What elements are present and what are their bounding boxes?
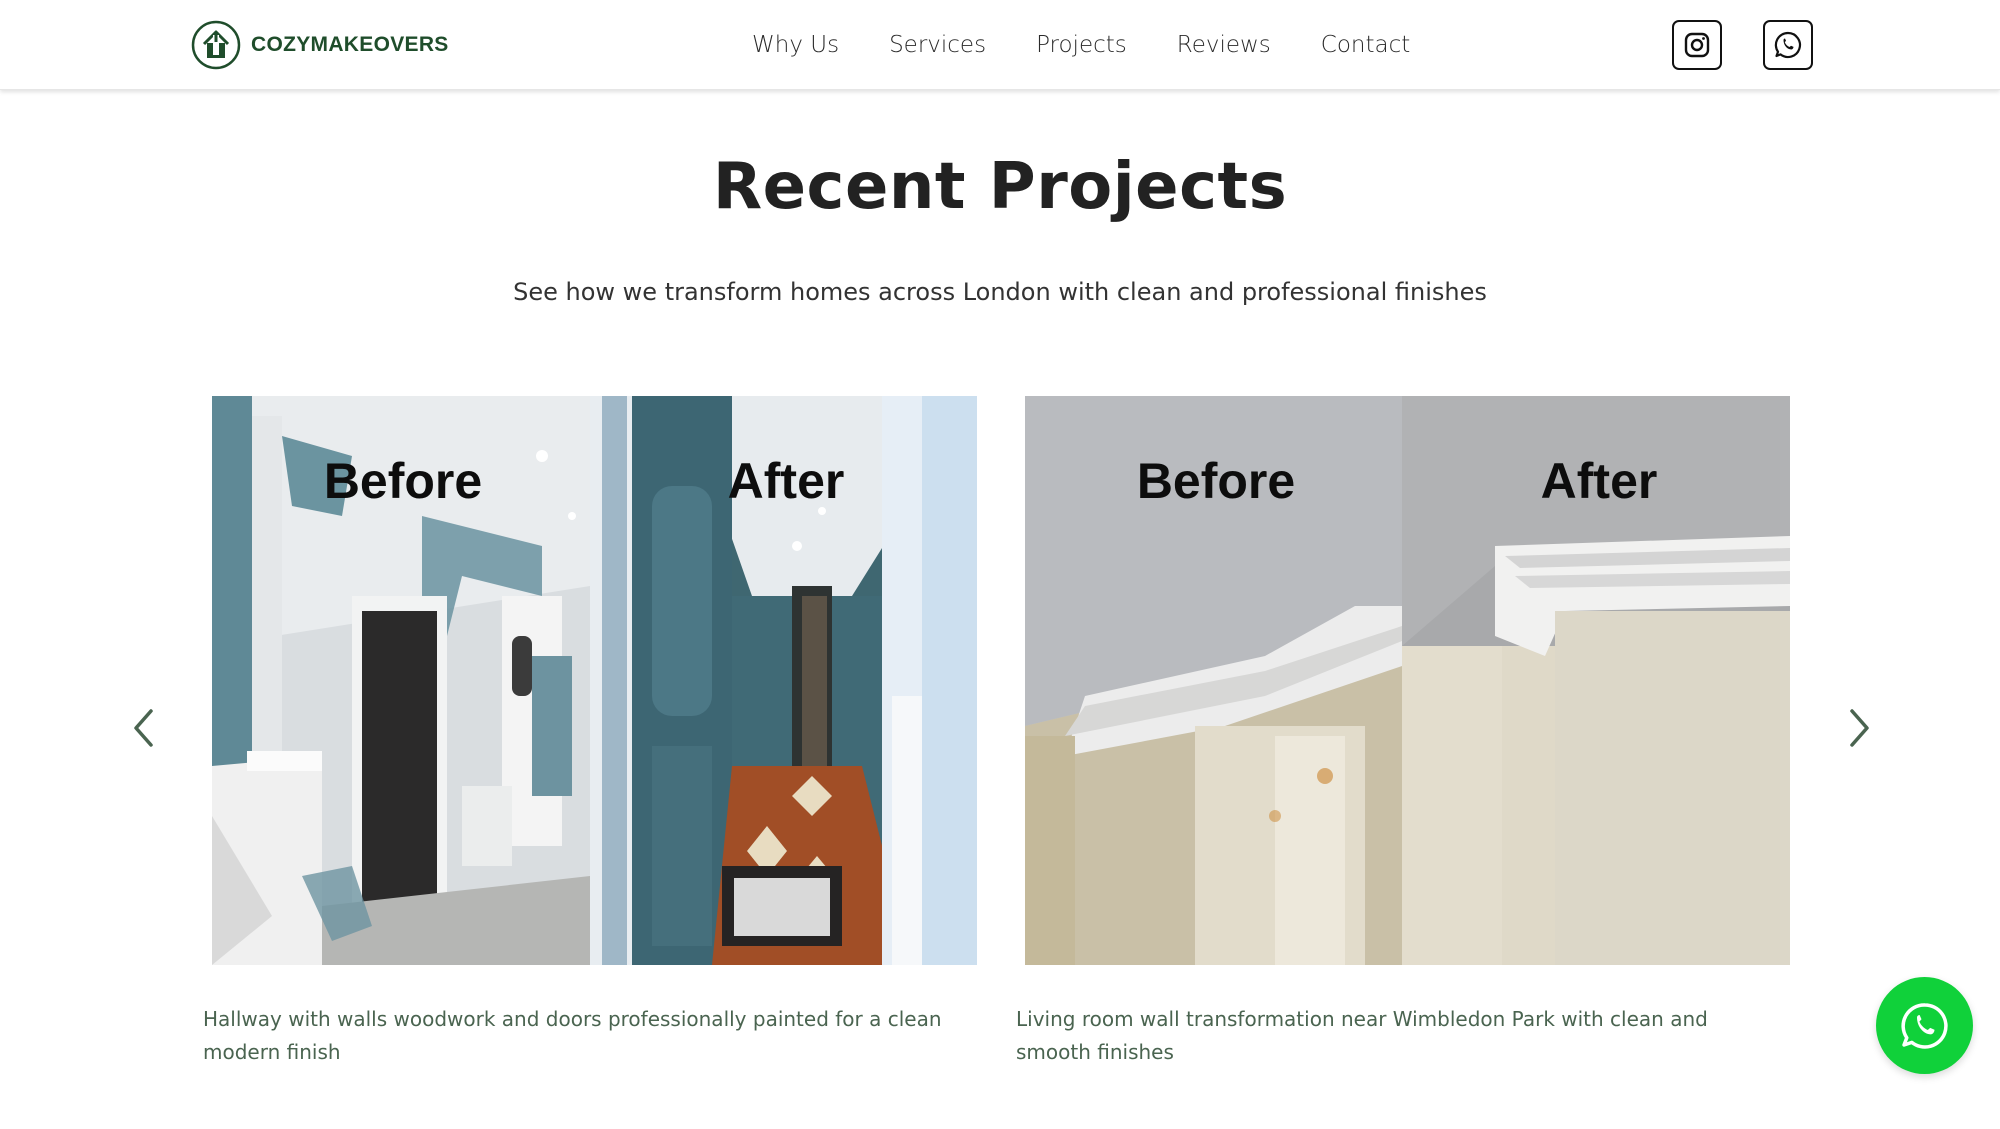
nav-contact[interactable]: Contact — [1321, 27, 1410, 63]
brand-logo[interactable]: COZYMAKEOVERS — [191, 20, 449, 70]
project-image-hallway[interactable]: Before After — [212, 396, 977, 965]
chevron-right-icon — [1850, 709, 1869, 747]
nav-why-us[interactable]: Why Us — [752, 27, 839, 63]
nav-projects[interactable]: Projects — [1036, 27, 1127, 63]
whatsapp-link[interactable] — [1763, 20, 1813, 70]
section-subtitle: See how we transform homes across London… — [513, 278, 1487, 306]
section-title: Recent Projects — [712, 150, 1288, 224]
before-label: Before — [1136, 453, 1296, 509]
site-header: COZYMAKEOVERS Why Us Services Projects R… — [0, 0, 2000, 90]
brand-name: COZYMAKEOVERS — [251, 33, 449, 56]
carousel-prev-button[interactable] — [125, 706, 165, 750]
house-logo-icon — [191, 20, 241, 70]
whatsapp-icon — [1900, 1002, 1948, 1049]
nav-reviews[interactable]: Reviews — [1177, 27, 1271, 63]
instagram-link[interactable] — [1672, 20, 1722, 70]
instagram-icon — [1684, 32, 1710, 58]
whatsapp-floating-button[interactable] — [1876, 977, 1973, 1074]
project-caption: Hallway with walls woodwork and doors pr… — [203, 1007, 942, 1064]
carousel-next-button[interactable] — [1838, 706, 1878, 750]
before-label: Before — [323, 453, 483, 509]
chevron-left-icon — [134, 709, 153, 747]
project-image-living-room[interactable]: Before After — [1025, 396, 1790, 965]
after-label: After — [1540, 453, 1658, 509]
main-nav: Why Us Services Projects Reviews Contact — [752, 27, 1460, 63]
nav-services[interactable]: Services — [889, 27, 986, 63]
after-label: After — [727, 453, 845, 509]
project-caption: Living room wall transformation near Wim… — [1016, 1007, 1708, 1064]
whatsapp-icon — [1774, 31, 1802, 59]
